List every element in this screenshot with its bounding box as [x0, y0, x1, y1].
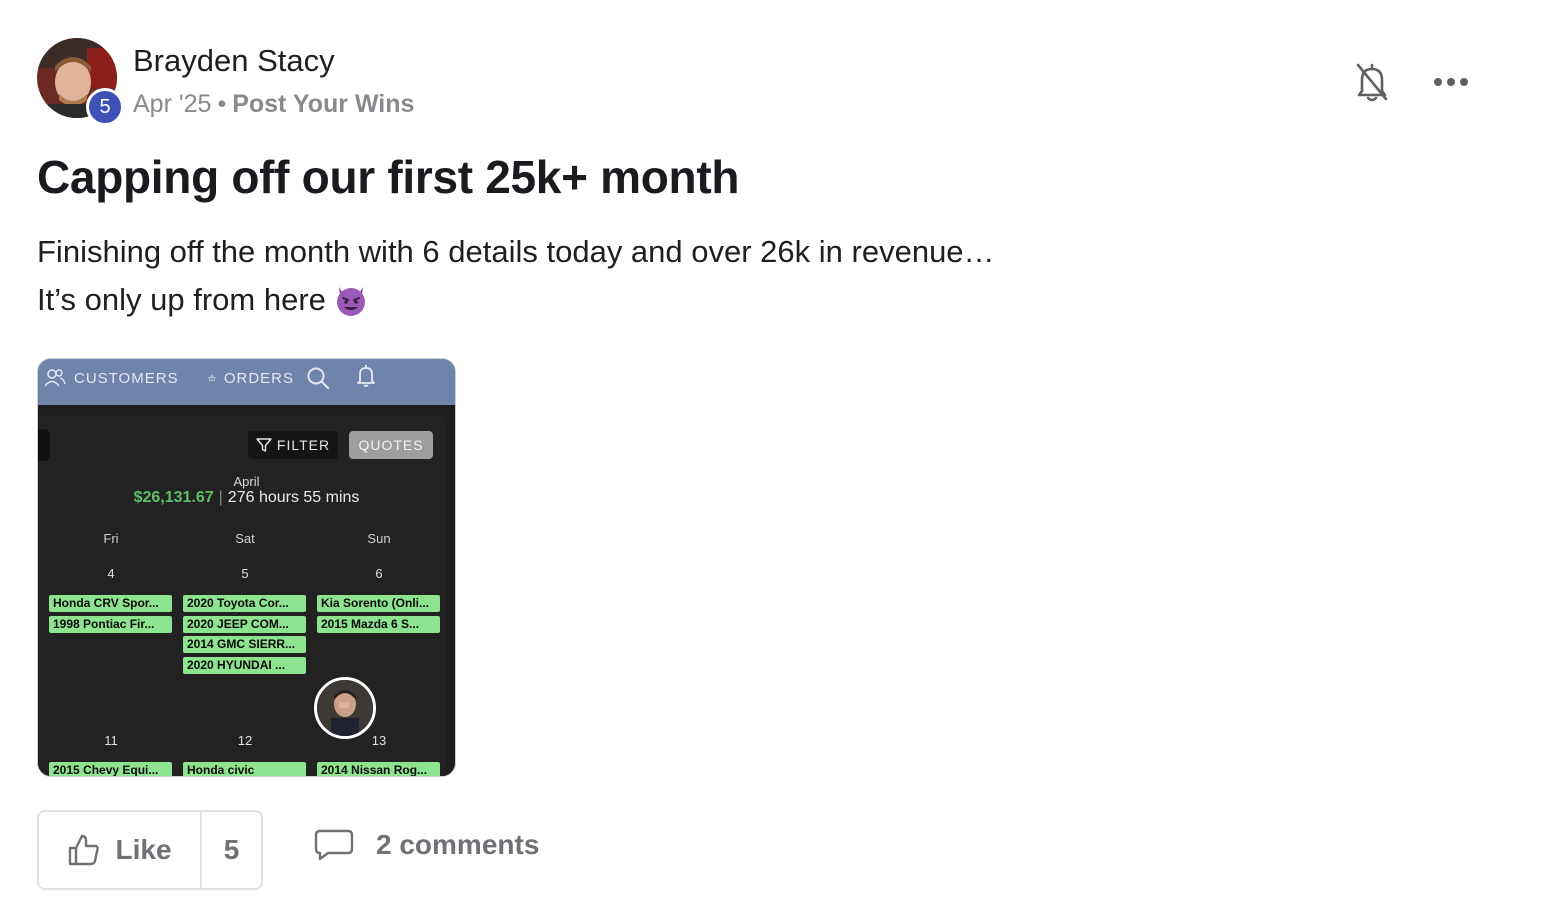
calendar-event: 2020 HYUNDAI ... [183, 657, 306, 674]
month-hours: 276 hours 55 mins [227, 489, 360, 506]
calendar-event: 2014 Nissan Rog... [317, 762, 440, 776]
post-title: Capping off our first 25k+ month [37, 151, 740, 203]
day-name: Sun [367, 531, 391, 546]
nav-orders-label: ORDERS [223, 369, 294, 387]
app-nav-bar: CUSTOMERS ORDERS [38, 359, 455, 405]
author-name[interactable]: Brayden Stacy [133, 43, 335, 79]
quotes-button: QUOTES [349, 431, 433, 459]
avatar-image [317, 680, 373, 736]
calendar-event: Kia Sorento (Onli... [317, 595, 440, 612]
day-number: 5 [241, 566, 249, 581]
thumbs-up-icon [69, 834, 100, 866]
day-number: 11 [104, 733, 118, 748]
level-badge: 5 [86, 88, 124, 126]
month-summary: $26,131.67 | 276 hours 55 mins [38, 489, 455, 507]
like-group: Like 5 [37, 810, 263, 890]
nav-orders: ORDERS [208, 368, 294, 388]
filter-button: FILTER [248, 431, 338, 459]
post-body-line-2: It’s only up from here [37, 282, 368, 318]
calendar-event: 2020 Toyota Cor... [183, 595, 306, 612]
bell-icon [357, 365, 375, 387]
day-number: 12 [237, 733, 253, 748]
author-avatar[interactable]: 5 [37, 38, 124, 126]
comments-button[interactable]: 2 comments [314, 828, 539, 862]
smiling-devil-emoji-icon [336, 287, 365, 316]
like-count[interactable]: 5 [202, 812, 261, 888]
calendar-event: 1998 Pontiac Fir... [49, 616, 172, 633]
post-date: Apr '25 [133, 90, 212, 118]
comments-label: 2 comments [376, 829, 540, 860]
users-icon [44, 369, 66, 387]
day-number: 4 [107, 566, 115, 581]
like-button[interactable]: Like [39, 812, 202, 888]
calendar-month: April [233, 474, 260, 489]
calendar-event: 2015 Chevy Equi... [49, 762, 172, 776]
more-horizontal-icon [1434, 78, 1468, 86]
like-label: Like [115, 834, 172, 865]
notification-toggle-button[interactable] [1350, 58, 1394, 106]
comment-icon [314, 829, 354, 861]
post-category[interactable]: Post Your Wins [232, 90, 414, 118]
calendar-event: Honda civic [183, 762, 306, 776]
calendar-event: 2015 Mazda 6 S... [317, 616, 440, 633]
filter-icon [256, 438, 272, 452]
nav-customers: CUSTOMERS [44, 368, 179, 388]
calendar-event: Honda CRV Spor... [49, 595, 172, 612]
post-body-line-1: Finishing off the month with 6 details t… [37, 234, 995, 269]
nav-customers-label: CUSTOMERS [74, 369, 179, 387]
post-body-text: It’s only up from here [37, 282, 326, 317]
calendar-event: 2014 GMC SIERR... [183, 636, 306, 653]
day-name: Sat [235, 531, 255, 546]
day-number: 6 [375, 566, 383, 581]
side-tab [38, 429, 50, 461]
floating-avatar [314, 677, 376, 739]
meta-separator: • [217, 90, 227, 118]
search-icon [307, 367, 329, 389]
post-meta: Apr '25 • Post Your Wins [133, 90, 414, 119]
post-image[interactable]: CUSTOMERS ORDERS FILTER QUOTES April $26… [37, 358, 456, 777]
calendar-event: 2020 JEEP COM... [183, 616, 306, 633]
day-name: Fri [103, 531, 119, 546]
more-options-button[interactable] [1428, 66, 1474, 98]
basket-icon [208, 374, 216, 382]
filter-label: FILTER [276, 437, 331, 453]
summary-divider: | [218, 489, 223, 506]
bell-off-icon [1356, 63, 1388, 102]
month-revenue: $26,131.67 [133, 489, 214, 506]
